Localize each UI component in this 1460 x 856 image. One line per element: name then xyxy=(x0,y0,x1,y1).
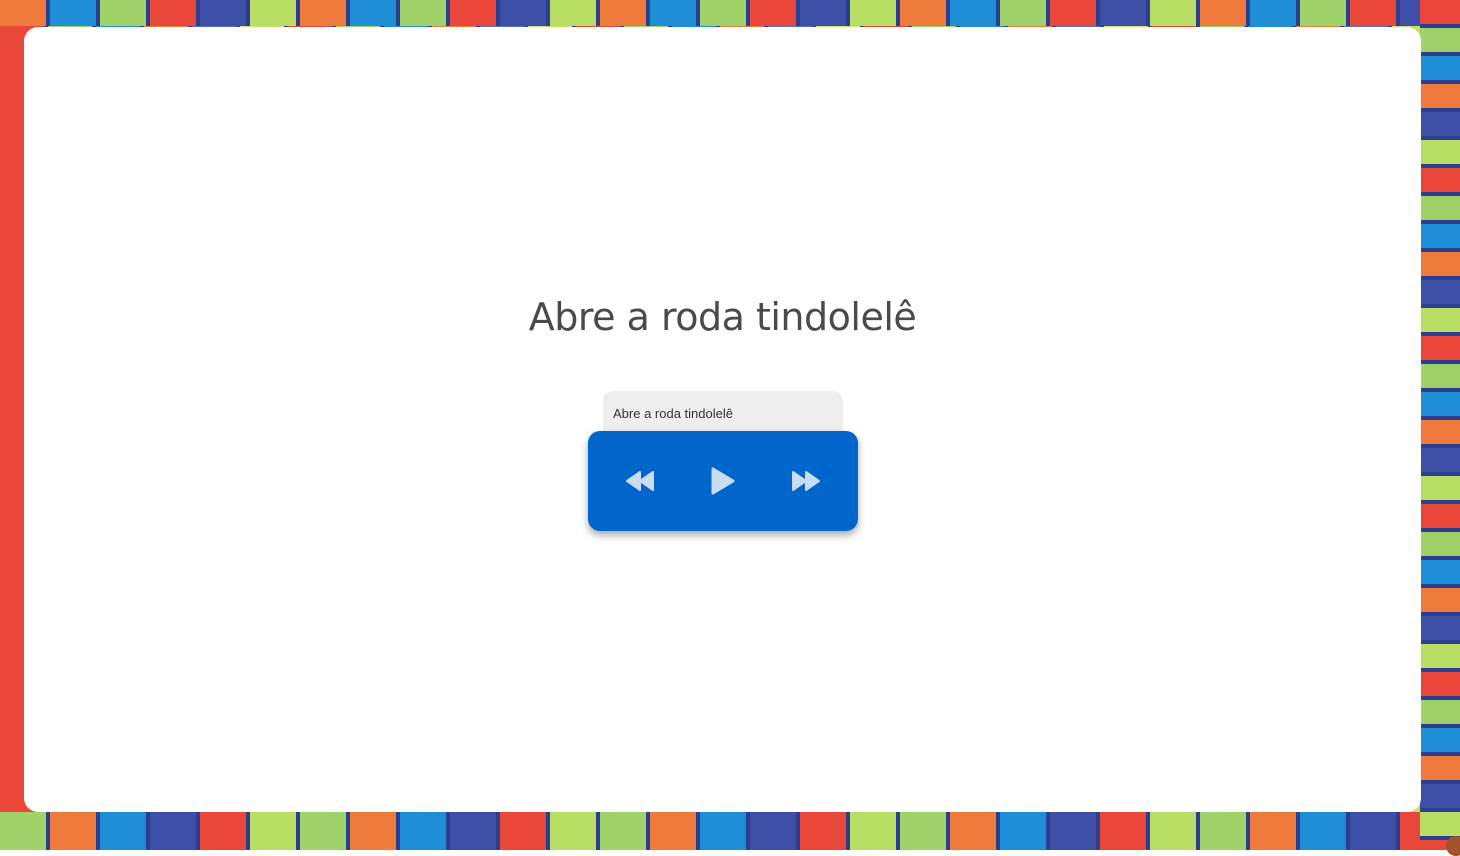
content-card: Abre a roda tindolelê Abre a roda tindol… xyxy=(24,27,1421,812)
play-icon xyxy=(710,467,736,495)
play-button[interactable] xyxy=(703,461,743,501)
fast-forward-icon xyxy=(791,470,821,492)
decorative-brick-border-right xyxy=(1420,0,1460,850)
track-label: Abre a roda tindolelê xyxy=(603,391,843,435)
rewind-icon xyxy=(625,470,655,492)
fast-forward-button[interactable] xyxy=(786,461,826,501)
audio-player xyxy=(588,431,858,531)
corner-badge xyxy=(1446,836,1460,856)
rewind-button[interactable] xyxy=(620,461,660,501)
page-title: Abre a roda tindolelê xyxy=(24,295,1421,339)
